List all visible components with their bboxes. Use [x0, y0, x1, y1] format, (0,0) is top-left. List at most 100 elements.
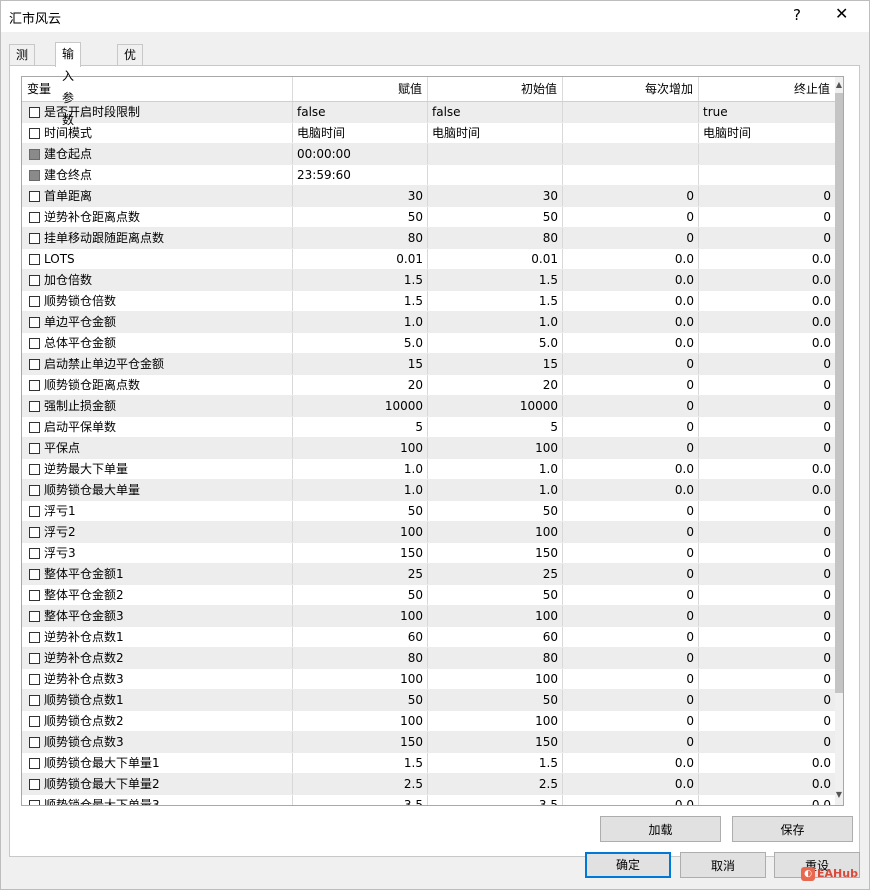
table-row[interactable]: 顺势锁仓最大下单量2 2.5 2.5 0.0 0.0: [22, 774, 835, 795]
start-cell[interactable]: 100: [428, 669, 563, 689]
start-cell[interactable]: 1.0: [428, 459, 563, 479]
step-cell[interactable]: [563, 123, 699, 143]
ok-button[interactable]: 确定: [585, 852, 671, 878]
value-cell[interactable]: 15: [293, 354, 428, 374]
table-row[interactable]: 是否开启时段限制 false false true: [22, 102, 835, 123]
start-cell[interactable]: 150: [428, 732, 563, 752]
scroll-up-icon[interactable]: ▲: [835, 79, 843, 91]
table-row[interactable]: 逆势最大下单量 1.0 1.0 0.0 0.0: [22, 459, 835, 480]
optimize-checkbox[interactable]: [29, 233, 40, 244]
table-row[interactable]: 整体平仓金额1 25 25 0 0: [22, 564, 835, 585]
optimize-checkbox[interactable]: [29, 716, 40, 727]
optimize-checkbox[interactable]: [29, 653, 40, 664]
optimize-checkbox[interactable]: [29, 191, 40, 202]
table-row[interactable]: 建仓起点 00:00:00: [22, 144, 835, 165]
header-step[interactable]: 每次增加: [563, 77, 699, 101]
step-cell[interactable]: 0.0: [563, 753, 699, 773]
start-cell[interactable]: 1.5: [428, 753, 563, 773]
table-row[interactable]: 首单距离 30 30 0 0: [22, 186, 835, 207]
load-button[interactable]: 加载: [600, 816, 721, 842]
optimize-checkbox[interactable]: [29, 800, 40, 805]
start-cell[interactable]: 80: [428, 228, 563, 248]
value-cell[interactable]: 50: [293, 585, 428, 605]
start-cell[interactable]: 50: [428, 690, 563, 710]
start-cell[interactable]: 50: [428, 207, 563, 227]
start-cell[interactable]: 0.01: [428, 249, 563, 269]
start-cell[interactable]: 100: [428, 711, 563, 731]
value-cell[interactable]: 00:00:00: [293, 144, 428, 164]
optimize-checkbox[interactable]: [29, 338, 40, 349]
value-cell[interactable]: 25: [293, 564, 428, 584]
table-row[interactable]: 顺势锁仓最大单量 1.0 1.0 0.0 0.0: [22, 480, 835, 501]
value-cell[interactable]: 80: [293, 648, 428, 668]
value-cell[interactable]: 0.01: [293, 249, 428, 269]
start-cell[interactable]: 100: [428, 438, 563, 458]
stop-cell[interactable]: 0.0: [699, 333, 835, 353]
optimize-checkbox[interactable]: [29, 695, 40, 706]
step-cell[interactable]: 0: [563, 606, 699, 626]
start-cell[interactable]: 50: [428, 585, 563, 605]
value-cell[interactable]: 10000: [293, 396, 428, 416]
optimize-checkbox[interactable]: [29, 296, 40, 307]
start-cell[interactable]: 1.0: [428, 312, 563, 332]
optimize-checkbox[interactable]: [29, 464, 40, 475]
step-cell[interactable]: 0: [563, 648, 699, 668]
step-cell[interactable]: 0: [563, 711, 699, 731]
value-cell[interactable]: 100: [293, 438, 428, 458]
step-cell[interactable]: [563, 165, 699, 185]
start-cell[interactable]: [428, 144, 563, 164]
step-cell[interactable]: 0: [563, 186, 699, 206]
start-cell[interactable]: 2.5: [428, 774, 563, 794]
stop-cell[interactable]: 0.0: [699, 480, 835, 500]
value-cell[interactable]: 60: [293, 627, 428, 647]
start-cell[interactable]: 5.0: [428, 333, 563, 353]
start-cell[interactable]: 5: [428, 417, 563, 437]
optimize-checkbox[interactable]: [29, 275, 40, 286]
stop-cell[interactable]: 0: [699, 354, 835, 374]
step-cell[interactable]: 0: [563, 417, 699, 437]
start-cell[interactable]: 100: [428, 522, 563, 542]
stop-cell[interactable]: 0: [699, 669, 835, 689]
step-cell[interactable]: 0.0: [563, 480, 699, 500]
value-cell[interactable]: 150: [293, 732, 428, 752]
step-cell[interactable]: 0.0: [563, 459, 699, 479]
step-cell[interactable]: 0: [563, 228, 699, 248]
value-cell[interactable]: 50: [293, 207, 428, 227]
value-cell[interactable]: 1.0: [293, 312, 428, 332]
value-cell[interactable]: 5.0: [293, 333, 428, 353]
tab-optimization[interactable]: 优化: [117, 44, 144, 83]
value-cell[interactable]: 100: [293, 606, 428, 626]
value-cell[interactable]: 80: [293, 228, 428, 248]
table-row[interactable]: 整体平仓金额2 50 50 0 0: [22, 585, 835, 606]
step-cell[interactable]: 0.0: [563, 774, 699, 794]
optimize-checkbox[interactable]: [29, 569, 40, 580]
stop-cell[interactable]: 0: [699, 648, 835, 668]
stop-cell[interactable]: 0: [699, 501, 835, 521]
value-cell[interactable]: 50: [293, 501, 428, 521]
stop-cell[interactable]: 0: [699, 585, 835, 605]
step-cell[interactable]: 0: [563, 354, 699, 374]
optimize-checkbox[interactable]: [29, 128, 40, 139]
table-row[interactable]: 顺势锁仓距离点数 20 20 0 0: [22, 375, 835, 396]
optimize-checkbox[interactable]: [29, 254, 40, 265]
stop-cell[interactable]: 0: [699, 207, 835, 227]
start-cell[interactable]: 25: [428, 564, 563, 584]
step-cell[interactable]: 0.0: [563, 333, 699, 353]
tab-test[interactable]: 测试: [9, 44, 36, 83]
step-cell[interactable]: 0: [563, 564, 699, 584]
stop-cell[interactable]: 0.0: [699, 753, 835, 773]
table-row[interactable]: 逆势补仓点数1 60 60 0 0: [22, 627, 835, 648]
header-value[interactable]: 赋值: [293, 77, 428, 101]
start-cell[interactable]: 60: [428, 627, 563, 647]
close-icon[interactable]: ✕: [835, 4, 848, 23]
scroll-down-icon[interactable]: ▼: [835, 789, 843, 801]
stop-cell[interactable]: 0: [699, 417, 835, 437]
step-cell[interactable]: 0.0: [563, 795, 699, 805]
table-row[interactable]: 强制止损金额 10000 10000 0 0: [22, 396, 835, 417]
value-cell[interactable]: 1.0: [293, 459, 428, 479]
start-cell[interactable]: 1.0: [428, 480, 563, 500]
step-cell[interactable]: 0.0: [563, 291, 699, 311]
value-cell[interactable]: 5: [293, 417, 428, 437]
optimize-checkbox[interactable]: [29, 779, 40, 790]
table-row[interactable]: LOTS 0.01 0.01 0.0 0.0: [22, 249, 835, 270]
